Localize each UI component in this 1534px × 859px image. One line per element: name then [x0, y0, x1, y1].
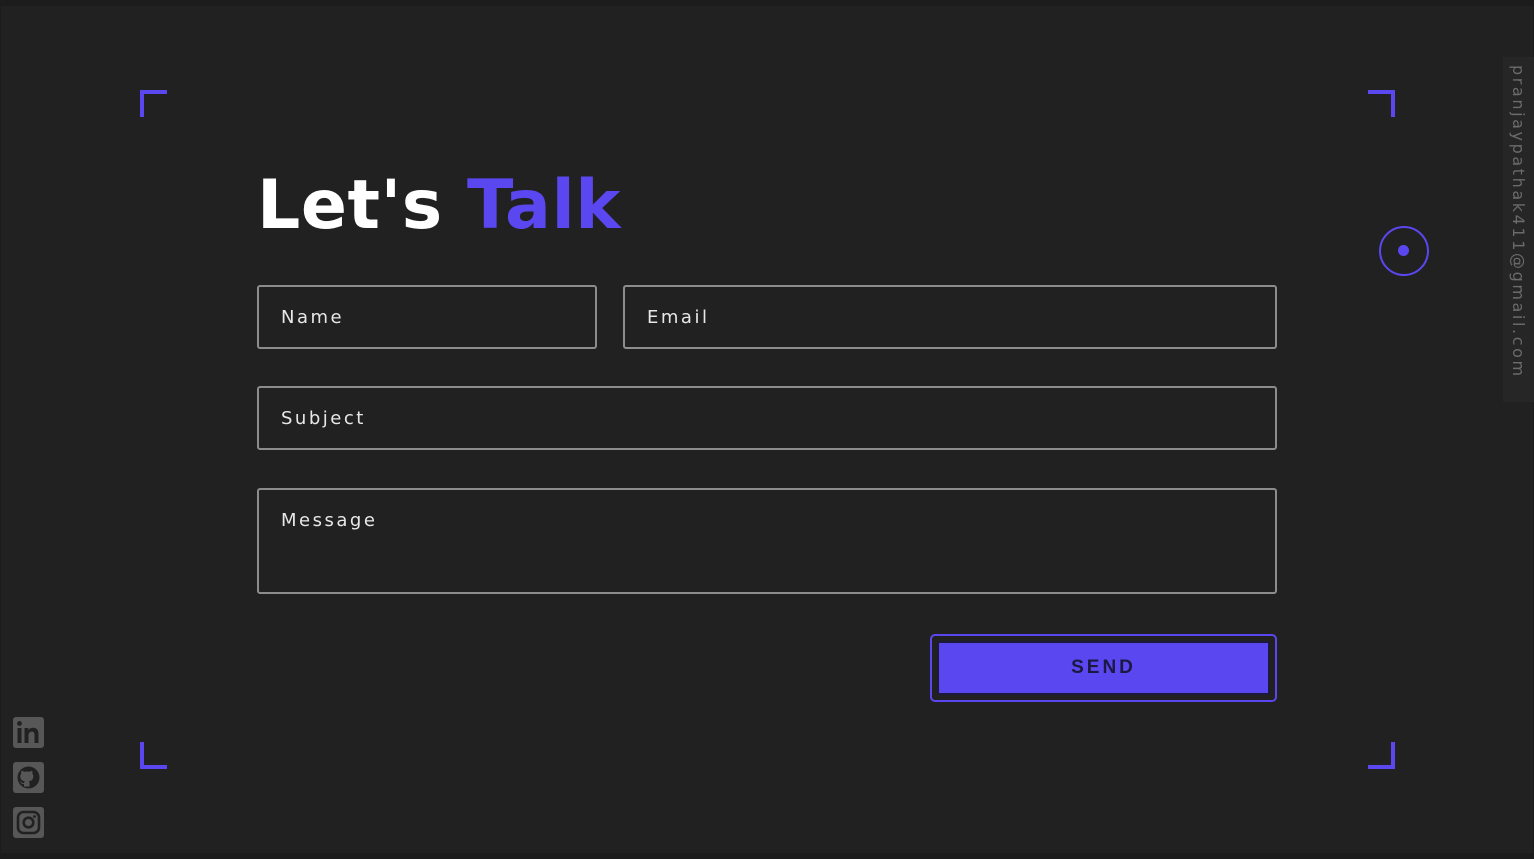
send-button[interactable]: SEND — [937, 641, 1270, 695]
email-input[interactable] — [623, 285, 1277, 349]
corner-bracket-bottom-right — [1368, 742, 1395, 769]
name-input[interactable] — [257, 285, 597, 349]
title-part-1: Let's — [257, 166, 443, 245]
subject-input[interactable] — [257, 386, 1277, 450]
side-email-link[interactable]: pranjaypathak411@gmail.com — [1503, 57, 1534, 402]
title-part-2: Talk — [466, 166, 621, 245]
linkedin-icon — [17, 721, 39, 743]
page-title: Let's Talk — [257, 164, 621, 248]
cursor-dot-icon — [1398, 245, 1409, 256]
linkedin-link[interactable] — [13, 717, 44, 748]
side-email-text: pranjaypathak411@gmail.com — [1509, 65, 1528, 379]
github-link[interactable] — [13, 762, 44, 793]
instagram-link[interactable] — [13, 807, 44, 838]
corner-bracket-top-right — [1368, 90, 1395, 117]
send-button-frame: SEND — [930, 634, 1277, 702]
corner-bracket-top-left — [140, 90, 167, 117]
instagram-icon — [16, 810, 41, 835]
github-icon — [17, 766, 40, 789]
message-textarea[interactable] — [257, 488, 1277, 594]
corner-bracket-bottom-left — [140, 742, 167, 769]
